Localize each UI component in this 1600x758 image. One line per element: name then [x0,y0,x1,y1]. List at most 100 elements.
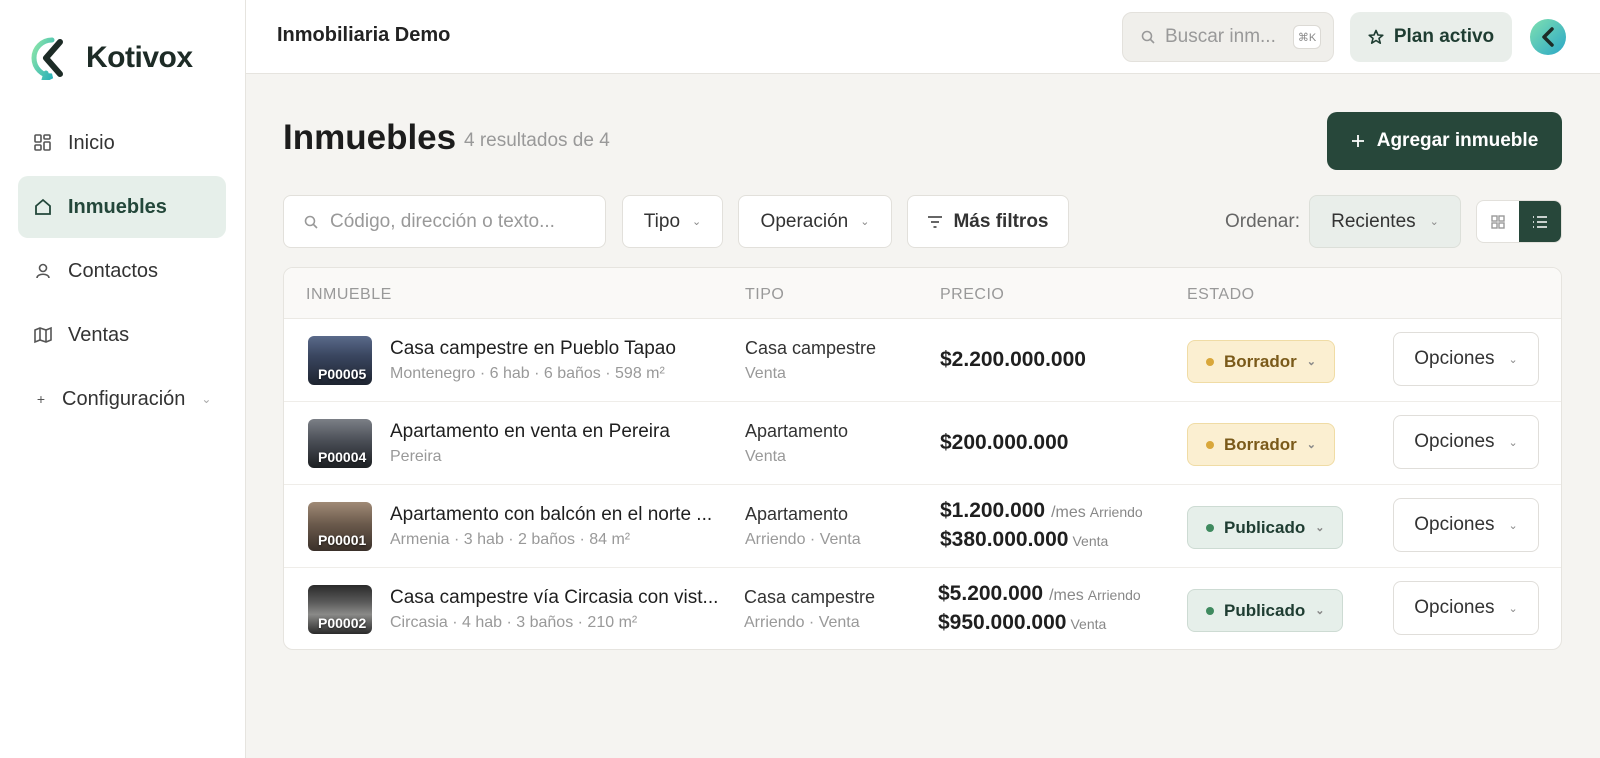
rent-price: $5.200.000 [938,582,1044,605]
column-header: PRECIO [940,286,1005,303]
sidebar-item-inicio[interactable]: Inicio [18,112,226,174]
operation-filter[interactable]: Operación ⌄ [738,195,892,248]
chevron-down-icon: ⌄ [201,392,212,406]
sidebar-item-contactos[interactable]: Contactos [18,240,226,302]
properties-table: INMUEBLE TIPO PRECIO ESTADO P00005 Casa … [283,267,1562,650]
options-label: Opciones [1414,348,1495,369]
add-property-button[interactable]: Agregar inmueble [1327,112,1562,170]
rent-unit: /mes [1051,504,1086,521]
sidebar-item-label: Configuración [62,387,186,410]
plus-icon: + [36,391,46,407]
property-subtitle: Armenia · 3 hab · 2 baños · 84 m² [390,531,631,548]
chevron-down-icon: ⌄ [1315,605,1325,617]
options-button[interactable]: Opciones ⌄ [1393,332,1539,386]
options-label: Opciones [1414,514,1495,535]
global-search-input[interactable] [1165,26,1285,48]
property-code: P00005 [318,366,367,382]
property-thumbnail[interactable]: P00005 [308,336,372,385]
status-badge[interactable]: Borrador ⌄ [1187,340,1335,383]
chevron-down-icon: ⌄ [1306,439,1316,451]
sale-price: $950.000.000 [938,611,1067,634]
property-thumbnail[interactable]: P00004 [308,419,372,468]
rent-price: $1.200.000 [940,499,1046,522]
avatar[interactable] [1530,19,1566,55]
plan-button[interactable]: Plan activo [1350,12,1512,62]
status-dot [1206,357,1214,366]
type-filter[interactable]: Tipo ⌄ [622,195,723,248]
status-badge[interactable]: Borrador ⌄ [1187,423,1335,466]
chevron-down-icon: ⌄ [1429,216,1439,228]
top-bar: Inmobiliaria Demo ⌘K Plan activo [246,0,1600,74]
chevron-down-icon: ⌄ [860,216,870,228]
status-label: Publicado [1224,600,1306,620]
sidebar-item-inmuebles[interactable]: Inmuebles [18,176,226,238]
brand-logo[interactable]: Kotivox [30,36,193,80]
sidebar-item-label: Inmuebles [68,195,167,218]
property-subtitle: Pereira [390,448,442,465]
sale-price-line: $380.000.000 Venta [940,528,1108,552]
sale-label: Venta [1072,533,1109,549]
table-row[interactable]: P00005 Casa campestre en Pueblo Tapao Mo… [284,319,1561,402]
property-type: Apartamento [745,504,849,524]
property-title[interactable]: Apartamento en venta en Pereira [390,421,670,443]
more-filters-label: Más filtros [953,210,1049,232]
shortcut-badge: ⌘K [1293,25,1321,49]
sidebar-item-label: Ventas [68,323,130,346]
list-icon [1533,215,1547,228]
status-badge[interactable]: Publicado ⌄ [1187,589,1344,632]
property-type: Casa campestre [744,587,876,607]
star-icon [1368,29,1384,44]
status-label: Borrador [1224,434,1297,454]
search-icon [1141,30,1155,44]
rent-price-line: $5.200.000/mes Arriendo [938,582,1141,606]
sale-label: Venta [1070,616,1107,632]
property-price: $2.200.000.000 [940,348,1086,371]
more-filters-button[interactable]: Más filtros [907,195,1069,248]
property-thumbnail[interactable]: P00002 [308,585,372,634]
sale-price-line: $950.000.000 Venta [938,611,1106,635]
sidebar-item-ventas[interactable]: Ventas [18,304,226,366]
property-thumbnail[interactable]: P00001 [308,502,372,551]
options-button[interactable]: Opciones ⌄ [1393,498,1539,552]
property-search[interactable] [283,195,606,248]
grid-view-button[interactable] [1477,201,1519,242]
organization-name: Inmobiliaria Demo [277,24,451,46]
chevron-down-icon: ⌄ [1315,522,1325,534]
property-price: $200.000.000 [940,431,1069,454]
sidebar-item-configuracion[interactable]: + Configuración ⌄ [18,368,226,430]
property-operation: Venta [745,365,786,382]
brand-name: Kotivox [86,41,193,74]
plus-icon [1351,135,1364,147]
property-search-input[interactable] [330,210,580,233]
sidebar-item-label: Inicio [68,131,115,154]
options-button[interactable]: Opciones ⌄ [1393,581,1539,635]
options-button[interactable]: Opciones ⌄ [1393,415,1539,469]
view-toggle [1476,200,1562,243]
order-value: Recientes [1331,210,1416,232]
property-type: Apartamento [745,421,849,441]
table-row[interactable]: P00002 Casa campestre vía Circasia con v… [284,568,1561,649]
property-subtitle: Circasia · 4 hab · 3 baños · 210 m² [390,614,638,631]
property-type: Casa campestre [745,338,877,358]
sidebar-item-label: Contactos [68,259,159,282]
property-title[interactable]: Apartamento con balcón en el norte ... [390,504,712,526]
chevron-down-icon: ⌄ [692,216,702,228]
property-subtitle: Montenegro · 6 hab · 6 baños · 598 m² [390,365,665,382]
table-row[interactable]: P00001 Apartamento con balcón en el nort… [284,485,1561,568]
status-dot [1206,440,1214,449]
status-label: Borrador [1224,351,1297,371]
status-badge[interactable]: Publicado ⌄ [1187,506,1344,549]
grid-icon [1491,214,1505,229]
add-property-label: Agregar inmueble [1376,130,1539,151]
property-title[interactable]: Casa campestre vía Circasia con vist... [390,587,718,609]
kotivox-logo-icon [31,37,63,80]
property-title[interactable]: Casa campestre en Pueblo Tapao [390,338,676,360]
global-search[interactable]: ⌘K [1122,12,1334,62]
operation-filter-label: Operación [760,210,849,232]
table-row[interactable]: P00004 Apartamento en venta en Pereira P… [284,402,1561,485]
property-code: P00001 [318,532,367,548]
order-select[interactable]: Recientes ⌄ [1309,195,1461,248]
list-view-button[interactable] [1519,201,1561,242]
column-header: ESTADO [1187,286,1255,303]
search-icon [304,215,318,229]
